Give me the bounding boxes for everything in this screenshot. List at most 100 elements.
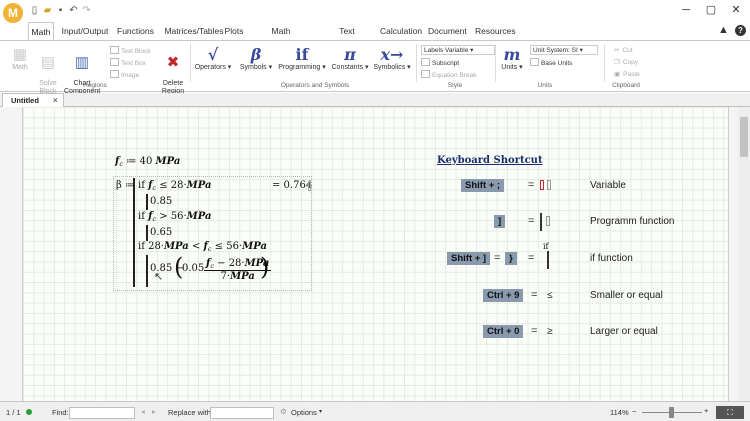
subscript-button[interactable]: Subscript [421,58,459,67]
program-bar [146,225,148,241]
ribbon-tab-row: Math Input/Output Functions Matrices/Tab… [0,22,750,54]
shortcut-description: Programm function [590,216,675,227]
units-group-label: Units [537,82,553,89]
save-icon[interactable]: ▪ [55,6,66,16]
shortcut-key: Shift + ] [447,252,491,265]
units-button[interactable]: m Units ▾ [498,46,526,72]
style-group-label: Style [447,82,463,89]
tab-calculation[interactable]: Calculation [380,22,422,40]
close-tab-icon[interactable]: × [53,94,58,107]
subscript-label: Subscript [432,60,460,67]
tab-matrices-tables[interactable]: Matrices/Tables [160,22,228,40]
image-label: Image [121,72,140,79]
zoom-level: 114% [610,408,629,417]
unit-mpa: MPa [163,241,189,252]
tab-math[interactable]: Math [28,22,54,40]
tab-resources[interactable]: Resources [475,22,516,40]
math-region-button[interactable]: ▦ Math [6,46,34,72]
beta-result: = 0.764 [272,180,313,191]
replace-label: Replace with: [168,408,214,417]
greater-equal-symbol: ≥ [547,326,553,337]
open-folder-icon[interactable]: ▰ [42,6,53,16]
app-logo[interactable]: M [3,3,23,23]
undo-icon[interactable]: ↶ [68,6,79,16]
labels-text: Labels [424,47,444,54]
symbols-label: Symbols [239,64,267,71]
condition-text: < [188,241,204,252]
scrollbar-thumb[interactable] [740,117,748,157]
text-block-label: Text Block [121,48,151,55]
program-bar [146,194,148,210]
equation-break-icon [421,70,430,78]
unit-system-value: SI [571,47,578,54]
copy-button[interactable]: ❐ Copy [614,58,638,66]
fullscreen-icon[interactable]: ⛶ [716,406,744,419]
denominator-text: 7· [220,271,231,282]
equals-sign: = [528,215,535,227]
options-button[interactable]: Options [291,408,317,417]
text-box-icon [110,58,119,66]
new-document-icon[interactable]: ▯ [29,6,40,16]
labels-dropdown[interactable]: Labels Variable ▾ [421,45,495,55]
find-previous-icon[interactable]: ◂ [141,407,145,416]
base-units-button[interactable]: Base Units [530,58,572,67]
maximize-button[interactable]: ▢ [699,2,723,18]
options-gear-icon[interactable]: ⚙ [280,407,287,416]
if-keyword: if [138,241,149,252]
tab-document[interactable]: Document [428,22,467,40]
tab-text-formatting[interactable]: Text Formatting [318,22,376,54]
unit-placeholder[interactable] [308,181,311,191]
symbols-button[interactable]: β Symbols ▾ [238,46,274,72]
unit-system-dropdown[interactable]: Unit System: SI ▾ [530,45,598,55]
find-next-icon[interactable]: ▸ [152,407,156,416]
equation-break-button[interactable]: Equation Break [421,70,476,79]
ribbon-separator [604,44,605,82]
solve-block-button[interactable]: ▤ Solve Block [34,46,62,96]
close-button[interactable]: ✕ [724,2,748,18]
shortcut-key: Shift + ; [461,179,505,192]
replace-input[interactable] [210,407,274,419]
zoom-slider-thumb[interactable] [669,407,674,418]
paste-button[interactable]: ▣ Paste [614,70,640,78]
constants-button[interactable]: π Constants ▾ [330,46,370,72]
fc-definition-region[interactable]: fc ≔ 40 MPa [115,156,180,168]
keyboard-shortcut-title: Keyboard Shortcut [437,155,543,166]
labels-value: Variable [444,47,469,54]
text-box-button[interactable]: Text Box [110,58,146,67]
tab-input-output[interactable]: Input/Output [60,22,110,40]
help-icon[interactable]: ? [735,25,746,36]
symbolics-label: Symbolics [373,64,406,71]
shortcut-description: Smaller or equal [590,290,663,301]
value-2: 0.65 [150,227,173,238]
text-block-button[interactable]: Text Block [110,46,151,55]
operators-button[interactable]: √ Operators ▾ [194,46,232,72]
image-button[interactable]: Image [110,70,139,79]
redo-icon[interactable]: ↷ [81,6,92,16]
pi-constant-icon: π [344,45,356,64]
tab-math-formatting[interactable]: Math Formatting [252,22,310,54]
assign-placeholder-icon [540,180,551,191]
symbolics-button[interactable]: x→ Symbolics ▾ [372,46,412,72]
shortcut-key: Ctrl + 9 [483,289,524,302]
constants-label: Constants [331,64,364,71]
graduation-cap-icon[interactable]: ▲ [718,24,729,36]
math-region-label: Math [12,64,28,71]
zoom-out-icon[interactable]: − [632,407,636,416]
programming-button[interactable]: if Programming ▾ [278,46,326,72]
if-line-3: if 28·MPa < fc ≤ 56·MPa [138,241,267,253]
page-indicator: 1 / 1 [6,408,21,417]
right-paren: ) [260,253,270,281]
find-input[interactable] [69,407,135,419]
document-tab[interactable]: Untitled × [2,93,64,107]
options-chevron-icon[interactable]: ▾ [319,408,322,415]
math-region-icon: ▦ [12,46,28,63]
cut-button[interactable]: ✂ Cut [614,46,633,54]
text-box-label: Text Box [121,60,146,67]
delete-region-button[interactable]: ✖ Delete Region [158,46,188,96]
condition-text: > 56· [156,211,187,222]
shortcut-description: Larger or equal [590,326,658,337]
tab-functions[interactable]: Functions [117,22,154,40]
zoom-in-icon[interactable]: + [704,406,708,415]
tab-plots[interactable]: Plots [222,22,246,40]
minimize-button[interactable]: ─ [674,2,698,18]
